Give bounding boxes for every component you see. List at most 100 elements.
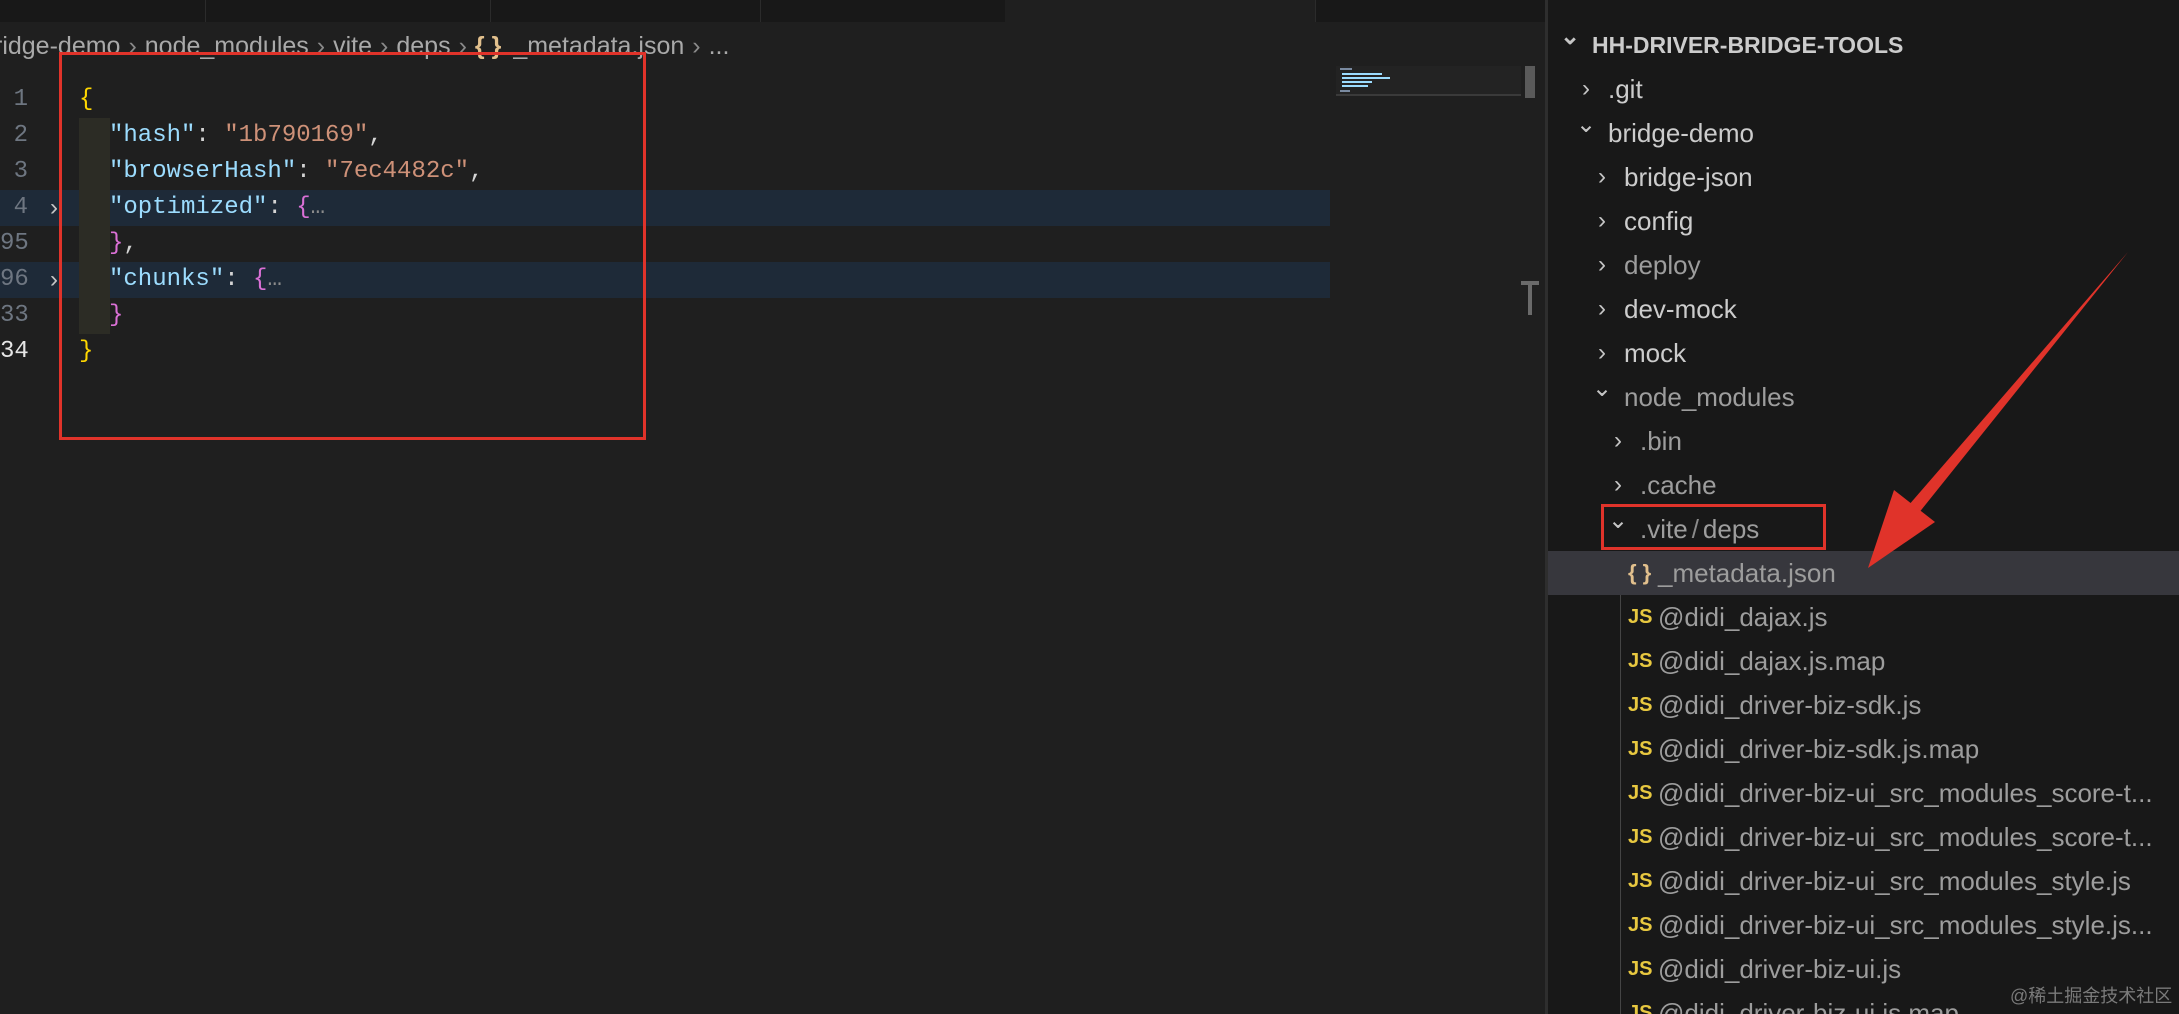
chevron-right-icon: › [692, 32, 701, 60]
explorer-item-label: node_modules [1624, 375, 1795, 419]
explorer-item-label: @didi_dajax.js.map [1658, 639, 1885, 683]
explorer-item-label: @didi_driver-biz-ui_src_modules_score-t.… [1658, 815, 2153, 859]
explorer-item-name: config [1624, 206, 1694, 236]
chevron-right-icon[interactable]: › [1576, 67, 1596, 111]
explorer-item-name: @didi_driver-biz-ui_src_modules_style.js [1658, 866, 2131, 896]
line-number: 3 [13, 158, 28, 185]
explorer-item-name: node_modules [1624, 382, 1795, 412]
explorer-file[interactable]: JS @didi_driver-biz-ui_src_modules_score-… [1548, 771, 2179, 815]
line-number: 2 [13, 122, 28, 149]
editor-scrollbar[interactable] [1521, 66, 1539, 926]
line-number: 96 [0, 266, 29, 293]
explorer-item-label: bridge-json [1624, 155, 1753, 199]
explorer-file[interactable]: JS @didi_dajax.js.map [1548, 639, 2179, 683]
explorer-folder[interactable]: › bridge-json [1548, 155, 2179, 199]
chevron-down-icon[interactable]: ⌄ [1592, 375, 1612, 411]
annotation-box-folder [1601, 504, 1826, 550]
explorer-item-name: _metadata.json [1658, 558, 1836, 588]
explorer-item-name: dev-mock [1624, 294, 1737, 324]
explorer-item-name: @didi_driver-biz-ui_src_modules_style.js… [1658, 910, 2153, 940]
explorer-file[interactable]: JS @didi_driver-biz-sdk.js [1548, 683, 2179, 727]
explorer-item-name: bridge-demo [1608, 118, 1754, 148]
explorer-item-name: mock [1624, 338, 1687, 368]
scrollbar-thumb[interactable] [1525, 66, 1535, 98]
editor-tab[interactable] [760, 0, 1006, 22]
editor-tab[interactable] [1315, 0, 1548, 22]
fold-chevron-icon[interactable]: › [50, 262, 58, 298]
breadcrumb-item[interactable]: ... [709, 22, 730, 70]
javascript-file-icon: JS [1628, 1002, 1653, 1014]
chevron-right-icon[interactable]: › [1608, 419, 1628, 463]
explorer-folder[interactable]: ⌄ node_modules [1548, 375, 2179, 419]
tab-bar [0, 0, 1548, 22]
explorer-item-name: .git [1608, 74, 1643, 104]
explorer-item-label: .bin [1640, 419, 1682, 463]
editor-tab[interactable] [205, 0, 491, 22]
explorer-item-label: @didi_driver-biz-ui_src_modules_score-t.… [1658, 771, 2153, 815]
explorer-file[interactable]: JS @didi_driver-biz-ui_src_modules_style.… [1548, 859, 2179, 903]
line-number: 34 [0, 338, 29, 365]
explorer-item-name: .cache [1640, 470, 1717, 500]
javascript-file-icon: JS [1628, 738, 1653, 760]
explorer-item-label: .git [1608, 67, 1643, 111]
fold-chevron-icon[interactable]: › [50, 190, 58, 226]
explorer-item-label: @didi_driver-biz-sdk.js.map [1658, 727, 1979, 771]
explorer-file[interactable]: JS @didi_driver-biz-sdk.js.map [1548, 727, 2179, 771]
json-file-icon: { } [1628, 560, 1652, 585]
javascript-file-icon: JS [1628, 782, 1653, 804]
chevron-right-icon[interactable]: › [1608, 463, 1628, 507]
explorer-item-name: @didi_driver-biz-ui.js.map [1658, 998, 1959, 1014]
explorer-file[interactable]: JS @didi_dajax.js [1548, 595, 2179, 639]
explorer-item-label: @didi_driver-biz-ui_src_modules_style.js… [1658, 903, 2153, 947]
javascript-file-icon: JS [1628, 694, 1653, 716]
explorer-item-label: .cache [1640, 463, 1717, 507]
explorer-item-label: @didi_driver-biz-ui.js.map [1658, 991, 1959, 1014]
explorer-item-label: @didi_dajax.js [1658, 595, 1827, 639]
explorer-item-name: @didi_dajax.js [1658, 602, 1828, 632]
explorer-folder[interactable]: › dev-mock [1548, 287, 2179, 331]
explorer-item-label: HH-DRIVER-BRIDGE-TOOLS [1592, 23, 1903, 67]
line-number: 33 [0, 302, 29, 329]
annotation-box-code [59, 52, 646, 440]
explorer-item-label: @didi_driver-biz-ui_src_modules_style.js [1658, 859, 2131, 903]
explorer-item-name: bridge-json [1624, 162, 1753, 192]
javascript-file-icon: JS [1628, 914, 1653, 936]
minimap[interactable] [1336, 66, 1521, 96]
explorer-item-label: _metadata.json [1658, 551, 1836, 595]
explorer-folder[interactable]: › deploy [1548, 243, 2179, 287]
explorer-item-label: config [1624, 199, 1693, 243]
explorer-folder[interactable]: › .bin [1548, 419, 2179, 463]
editor-tab[interactable] [0, 0, 206, 22]
chevron-down-icon[interactable]: ⌄ [1560, 23, 1580, 59]
javascript-file-icon: JS [1628, 826, 1653, 848]
chevron-right-icon[interactable]: › [1592, 243, 1612, 287]
javascript-file-icon: JS [1628, 606, 1653, 628]
scrollbar-marker [1521, 281, 1539, 315]
editor-tab[interactable] [490, 0, 761, 22]
explorer-file[interactable]: { } _metadata.json [1548, 551, 2179, 595]
explorer-item-label: @didi_driver-biz-sdk.js [1658, 683, 1921, 727]
explorer-item-name: @didi_driver-biz-sdk.js [1658, 690, 1922, 720]
javascript-file-icon: JS [1628, 958, 1653, 980]
explorer-item-label: deploy [1624, 243, 1701, 287]
editor-tab-active[interactable] [1005, 0, 1316, 22]
explorer-root-folder[interactable]: ⌄ HH-DRIVER-BRIDGE-TOOLS [1548, 23, 2179, 67]
explorer-folder[interactable]: ⌄ bridge-demo [1548, 111, 2179, 155]
chevron-right-icon[interactable]: › [1592, 331, 1612, 375]
chevron-down-icon[interactable]: ⌄ [1576, 111, 1596, 147]
explorer-folder[interactable]: › mock [1548, 331, 2179, 375]
chevron-right-icon[interactable]: › [1592, 155, 1612, 199]
chevron-right-icon[interactable]: › [1592, 199, 1612, 243]
line-number: 1 [13, 86, 28, 113]
explorer-folder[interactable]: › .git [1548, 67, 2179, 111]
explorer-folder[interactable]: › .cache [1548, 463, 2179, 507]
explorer-item-name: @didi_driver-biz-sdk.js.map [1658, 734, 1980, 764]
explorer-file[interactable]: JS @didi_driver-biz-ui_src_modules_style.… [1548, 903, 2179, 947]
explorer-item-name: .bin [1640, 426, 1682, 456]
chevron-right-icon[interactable]: › [1592, 287, 1612, 331]
explorer-folder[interactable]: › config [1548, 199, 2179, 243]
explorer-file[interactable]: JS @didi_driver-biz-ui_src_modules_score-… [1548, 815, 2179, 859]
explorer-item-name: @didi_driver-biz-ui_src_modules_score-t.… [1658, 778, 2153, 808]
explorer-item-label: bridge-demo [1608, 111, 1754, 155]
explorer-item-label: mock [1624, 331, 1686, 375]
